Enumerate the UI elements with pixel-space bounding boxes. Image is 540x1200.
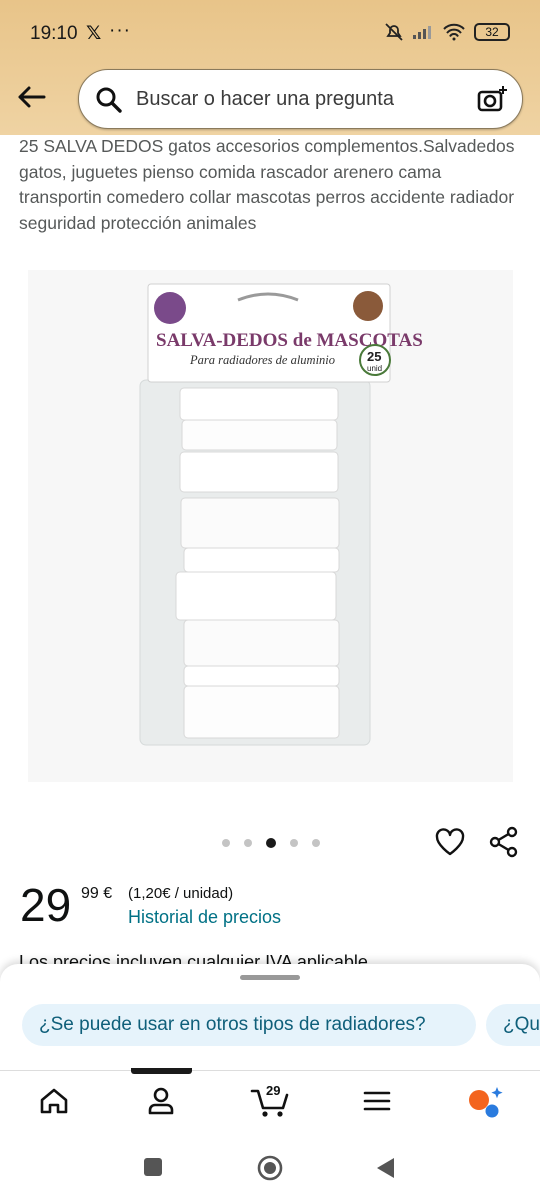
camera-search-icon[interactable] bbox=[476, 84, 508, 116]
carousel-dot-active[interactable] bbox=[266, 838, 276, 848]
more-notifications-icon: ··· bbox=[109, 20, 131, 41]
wifi-icon bbox=[443, 23, 465, 41]
carousel-dot[interactable] bbox=[290, 839, 298, 847]
suggestion-chip[interactable]: ¿Se puede usar en otros tipos de radiado… bbox=[22, 1004, 476, 1046]
status-icons: 32 bbox=[384, 22, 510, 42]
suggestions-sheet: ¿Se puede usar en otros tipos de radiado… bbox=[0, 964, 540, 1070]
home-button-icon[interactable] bbox=[256, 1154, 284, 1182]
package-badge-number: 25 bbox=[367, 349, 381, 364]
signal-icon bbox=[413, 26, 431, 39]
back-arrow-icon[interactable] bbox=[14, 80, 48, 114]
account-icon[interactable] bbox=[145, 1085, 177, 1117]
home-icon[interactable] bbox=[38, 1085, 70, 1117]
menu-icon[interactable] bbox=[362, 1085, 392, 1117]
bottom-nav: 29 bbox=[0, 1068, 540, 1134]
share-icon[interactable] bbox=[488, 826, 520, 858]
system-navigation-bar bbox=[0, 1134, 540, 1200]
product-title: 25 SALVA DEDOS gatos accesorios compleme… bbox=[19, 136, 515, 233]
product-photo: SALVA-DEDOS de MASCOTAS Para radiadores … bbox=[28, 270, 513, 782]
bell-muted-icon bbox=[385, 23, 403, 41]
carousel-dot[interactable] bbox=[312, 839, 320, 847]
product-image[interactable]: SALVA-DEDOS de MASCOTAS Para radiadores … bbox=[28, 270, 513, 782]
sheet-handle[interactable] bbox=[240, 975, 300, 980]
search-placeholder[interactable]: Buscar o hacer una pregunta bbox=[136, 88, 394, 111]
carousel-dot[interactable] bbox=[244, 839, 252, 847]
nav-active-indicator bbox=[131, 1068, 192, 1074]
recents-icon[interactable] bbox=[142, 1156, 164, 1178]
rufus-icon[interactable] bbox=[466, 1085, 506, 1119]
suggestion-chip[interactable]: ¿Qué bbox=[486, 1004, 540, 1046]
status-bar: 19:10 𝕏 ··· 32 bbox=[0, 0, 540, 68]
carousel-dot[interactable] bbox=[222, 839, 230, 847]
x-app-icon: 𝕏 bbox=[86, 23, 102, 44]
back-button-icon[interactable] bbox=[374, 1156, 396, 1180]
package-tagline: Para radiadores de aluminio bbox=[189, 353, 335, 367]
battery-icon: 32 bbox=[474, 23, 510, 41]
package-badge-unit: unid bbox=[367, 364, 382, 373]
unit-price: (1,20€ / unidad) bbox=[128, 885, 234, 902]
status-time: 19:10 bbox=[30, 23, 78, 44]
heart-icon[interactable] bbox=[434, 826, 466, 858]
cart-icon[interactable] bbox=[250, 1085, 292, 1119]
search-icon bbox=[96, 87, 122, 113]
search-bar[interactable]: Buscar o hacer una pregunta bbox=[78, 69, 523, 129]
price-history-link[interactable]: Historial de precios bbox=[128, 907, 281, 928]
image-carousel-dots[interactable] bbox=[222, 838, 320, 848]
price-fraction: 99 € bbox=[81, 885, 113, 902]
price-whole: 29 bbox=[20, 879, 72, 931]
app-header: 19:10 𝕏 ··· 32 Buscar o hacer una pregun… bbox=[0, 0, 540, 135]
